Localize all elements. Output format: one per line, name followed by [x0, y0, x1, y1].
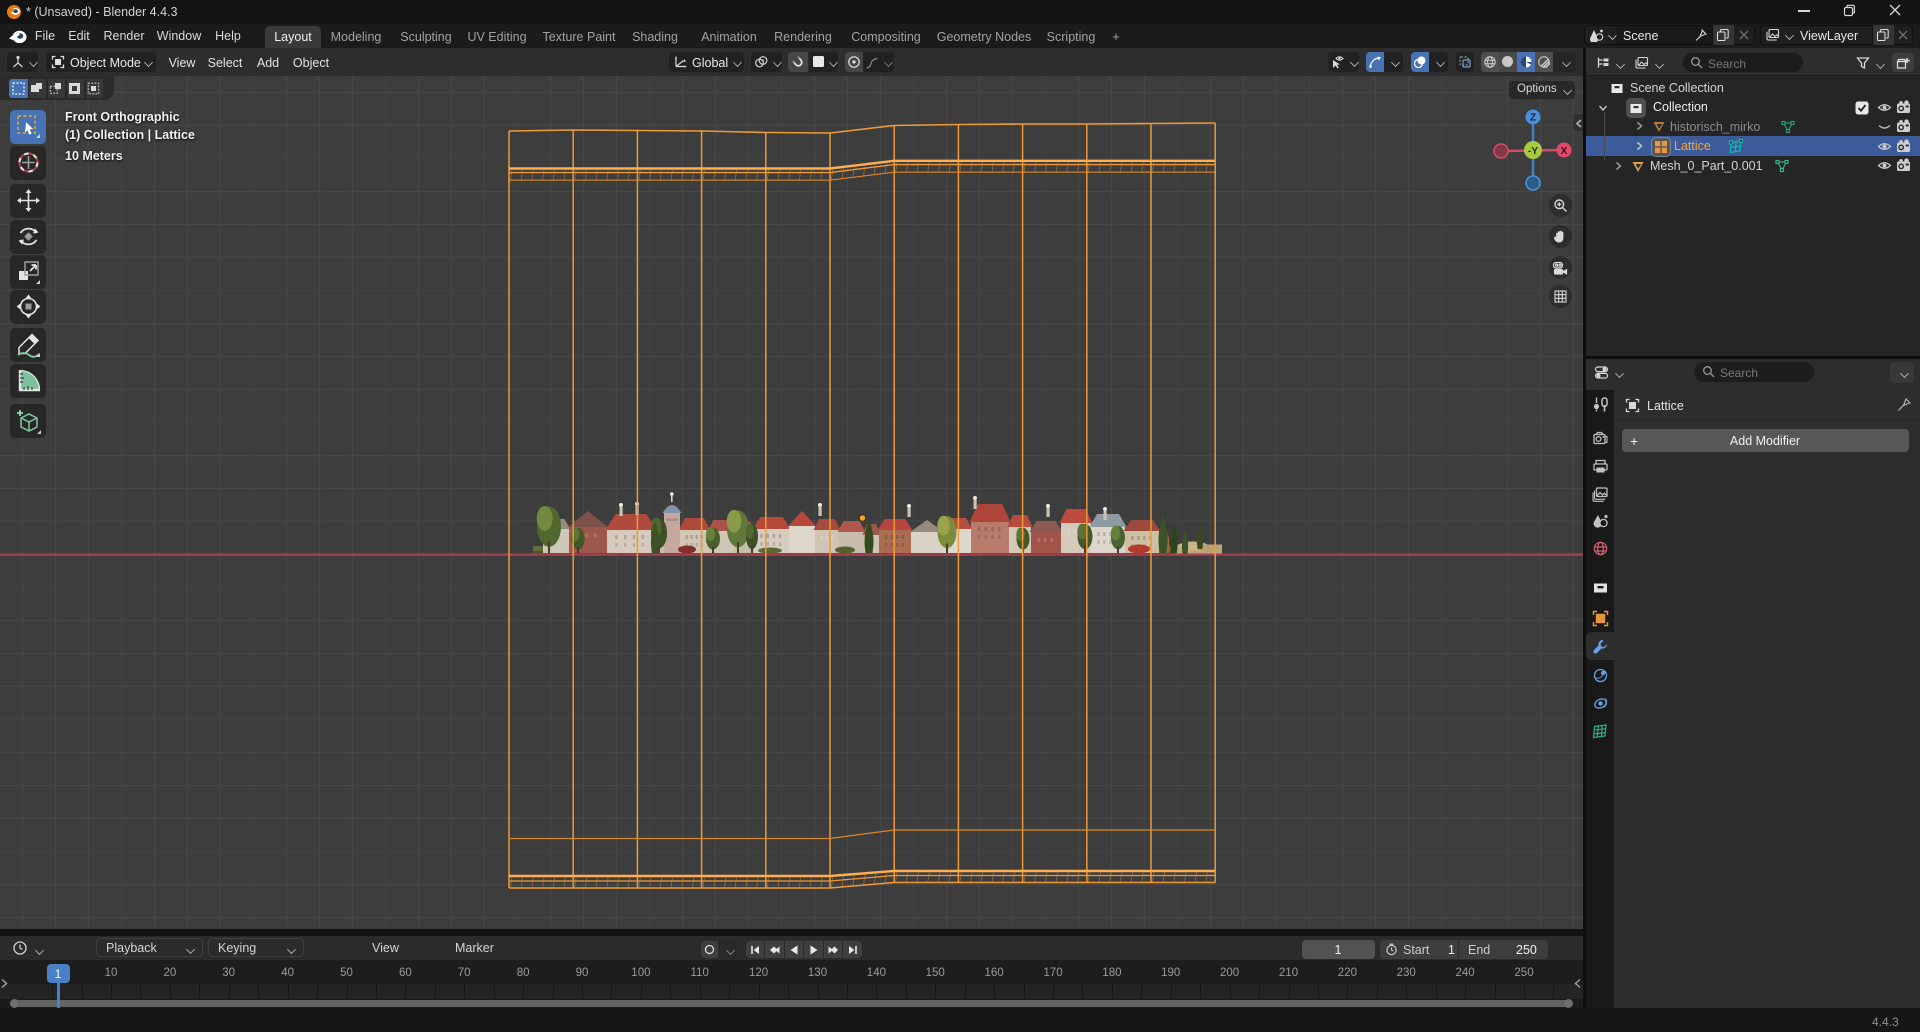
svg-text:-Y: -Y — [1528, 145, 1539, 157]
svg-text:Z: Z — [1530, 113, 1536, 124]
svg-text:X: X — [1561, 146, 1568, 157]
